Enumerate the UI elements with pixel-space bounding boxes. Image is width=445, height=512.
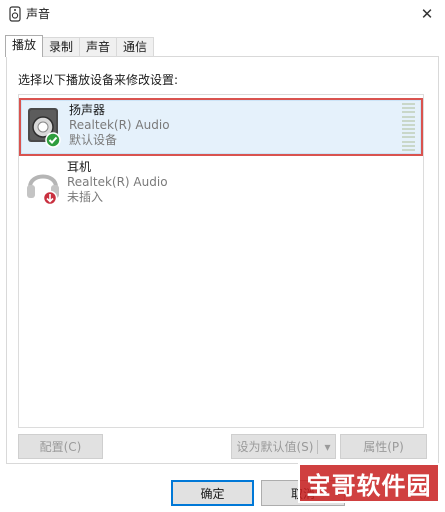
properties-button[interactable]: 属性(P)	[340, 434, 427, 459]
close-icon: ✕	[420, 5, 434, 23]
volume-level-meter	[402, 103, 415, 151]
set-default-button[interactable]: 设为默认值(S) ▾	[231, 434, 336, 459]
tab-playback[interactable]: 播放	[5, 35, 44, 57]
device-name: 扬声器	[69, 103, 106, 117]
device-driver: Realtek(R) Audio	[69, 118, 170, 132]
close-button[interactable]: ✕	[409, 0, 445, 28]
device-item-speakers[interactable]: 扬声器 Realtek(R) Audio 默认设备	[19, 98, 423, 156]
device-item-headphones[interactable]: 耳机 Realtek(R) Audio 未插入	[19, 157, 423, 215]
tab-sounds[interactable]: 声音	[79, 37, 118, 57]
device-name: 耳机	[67, 160, 92, 174]
speaker-icon	[28, 108, 61, 148]
device-status: 未插入	[67, 190, 104, 204]
watermark-logo: 宝哥软件园	[298, 463, 440, 503]
tab-strip: 播放 录制 声音 通信	[5, 35, 155, 57]
ok-button[interactable]: 确定	[171, 480, 254, 506]
set-default-button-label: 设为默认值(S)	[236, 440, 314, 454]
instruction-text: 选择以下播放设备来修改设置:	[18, 73, 179, 87]
title-bar: 声音 ✕	[0, 0, 445, 28]
tab-communications[interactable]: 通信	[116, 37, 155, 57]
device-status: 默认设备	[69, 133, 118, 147]
speaker-app-icon	[9, 6, 21, 22]
default-check-icon	[45, 132, 61, 148]
ok-button-label: 确定	[200, 486, 225, 501]
configure-button-label: 配置(C)	[39, 440, 82, 454]
chevron-down-icon[interactable]: ▾	[317, 439, 331, 454]
window-title: 声音	[26, 7, 51, 21]
device-driver: Realtek(R) Audio	[67, 175, 168, 189]
unplugged-arrow-icon	[42, 190, 58, 205]
playback-panel: 选择以下播放设备来修改设置: 扬声器 Realtek(R) Audio 默认设备	[6, 56, 439, 464]
device-text: 耳机 Realtek(R) Audio 未插入	[67, 160, 168, 205]
tab-recording[interactable]: 录制	[42, 37, 81, 57]
device-list[interactable]: 扬声器 Realtek(R) Audio 默认设备 耳机 Realtek(R) …	[18, 94, 424, 428]
device-text: 扬声器 Realtek(R) Audio 默认设备	[69, 103, 170, 148]
properties-button-label: 属性(P)	[363, 440, 404, 454]
headphones-icon	[27, 174, 59, 205]
configure-button[interactable]: 配置(C)	[18, 434, 103, 459]
